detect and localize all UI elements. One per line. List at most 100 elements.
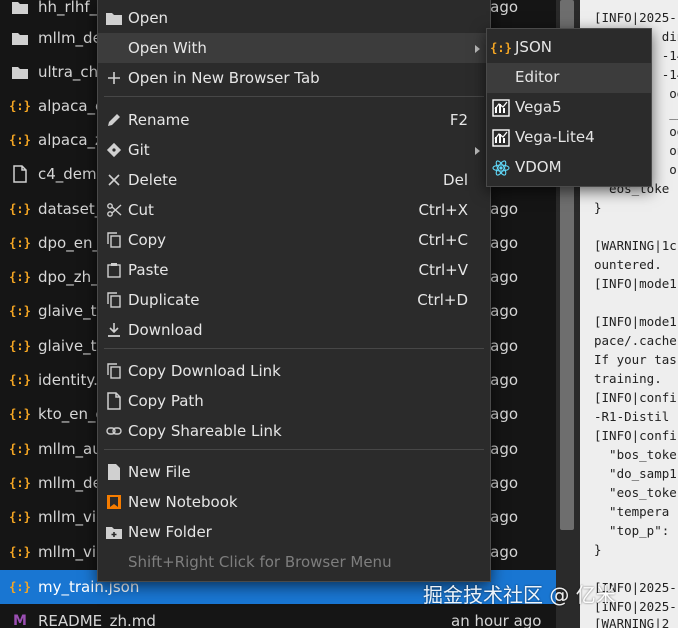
json-icon: {:} [9,133,31,147]
menu-item-copy-download-link[interactable]: Copy Download Link [98,356,490,386]
folder-icon [105,9,123,27]
menu-item-open[interactable]: Open [98,3,490,33]
menu-item-rename[interactable]: Rename F2 [98,105,490,135]
file-name: kto_en_d [38,405,106,423]
menu-item-label: Delete [128,171,178,189]
submenu-item-vega-lite4[interactable]: Vega-Lite4 [487,123,651,153]
menu-item-label: Open in New Browser Tab [128,69,320,87]
log-line: [INFO|2025- [594,10,677,25]
menu-item-label: Open [128,9,169,27]
scissors-icon [105,201,123,219]
file-name: identity. [38,371,98,389]
menu-item-shift-right-click-for-browser-menu: Shift+Right Click for Browser Menu [98,547,490,577]
log-line: [INFO|mode1 [594,314,677,329]
duplicate-icon [105,291,123,309]
markdown-icon: M [13,613,27,628]
copy-icon [105,362,123,380]
submenu-item-editor[interactable]: Editor [487,63,651,93]
submenu-item-label: Vega-Lite4 [515,128,595,146]
copy-icon [105,231,123,249]
log-line: [INFO|confi [594,428,677,443]
log-line: training. [594,371,662,386]
submenu-item-json[interactable]: {:} JSON [487,33,651,63]
json-icon: {:} [9,339,31,353]
clipboard-icon [105,261,123,279]
menu-item-label: Download [128,321,203,339]
json-icon: {:} [9,270,31,284]
menu-item-label: Shift+Right Click for Browser Menu [128,553,392,571]
plus-icon [105,69,123,87]
folder-icon [10,62,30,82]
menu-item-label: Paste [128,261,169,279]
file-name: alpaca_z [38,131,103,149]
log-line: "do_samp1 [594,466,677,481]
menu-item-duplicate[interactable]: Duplicate Ctrl+D [98,285,490,315]
menu-separator [104,449,484,450]
json-icon: {:} [9,407,31,421]
menu-item-copy-path[interactable]: Copy Path [98,386,490,416]
json-icon: {:} [9,99,31,113]
file-icon [10,164,30,184]
close-icon [105,171,123,189]
file-name: mllm_de [38,474,102,492]
json-icon: {:} [9,476,31,490]
folder-icon [10,28,30,48]
file-name: dpo_en_ [38,234,100,252]
json-icon: {:} [9,510,31,524]
file-name: mllm_au [38,440,102,458]
menu-item-paste[interactable]: Paste Ctrl+V [98,255,490,285]
menu-item-git[interactable]: Git [98,135,490,165]
file-name: glaive_to [38,337,106,355]
menu-item-label: Duplicate [128,291,200,309]
menu-item-label: Copy [128,231,167,249]
react-atom-icon [492,159,510,177]
menu-item-cut[interactable]: Cut Ctrl+X [98,195,490,225]
menu-item-new-file[interactable]: New File [98,457,490,487]
file-name: dpo_zh_ [38,268,99,286]
new-file-icon [105,463,123,481]
menu-item-label: Rename [128,111,190,129]
menu-item-label: New File [128,463,191,481]
file-modified: an hour ago [451,612,542,628]
new-folder-icon [105,523,123,541]
log-line: ountered. [594,257,662,272]
log-line: [WARNING|1c [594,238,677,253]
menu-item-copy[interactable]: Copy Ctrl+C [98,225,490,255]
menu-item-new-folder[interactable]: New Folder [98,517,490,547]
file-icon [105,392,123,410]
file-name: glaive_to [38,302,106,320]
menu-item-delete[interactable]: Delete Del [98,165,490,195]
download-icon [105,321,123,339]
submenu-item-vega5[interactable]: Vega5 [487,93,651,123]
menu-item-download[interactable]: Download [98,315,490,345]
json-icon: {:} [9,202,31,216]
vega-chart-icon [492,99,510,117]
menu-item-copy-shareable-link[interactable]: Copy Shareable Link [98,416,490,446]
menu-item-label: Cut [128,201,154,219]
json-icon: {:} [9,304,31,318]
menu-item-shortcut: Ctrl+D [417,291,468,309]
menu-item-label: Git [128,141,150,159]
menu-separator [104,348,484,349]
link-icon [105,422,123,440]
log-line: "top_p": [594,523,670,538]
menu-item-shortcut: Ctrl+V [418,261,468,279]
submenu-item-label: Vega5 [515,98,562,116]
menu-item-open-in-new-browser-tab[interactable]: Open in New Browser Tab [98,63,490,93]
log-line: } [594,200,602,215]
file-name: mllm_de [38,29,102,47]
menu-item-new-notebook[interactable]: New Notebook [98,487,490,517]
submenu-item-label: Editor [515,68,560,86]
json-icon: {:} [9,373,31,387]
submenu-item-label: VDOM [515,158,562,176]
menu-item-open-with[interactable]: Open With [98,33,490,63]
submenu-item-vdom[interactable]: VDOM [487,153,651,183]
file-name: c4_demo [38,165,106,183]
log-line: -R1-Distil [594,409,670,424]
menu-item-shortcut: Ctrl+C [418,231,468,249]
watermark: 掘金技术社区 @ 亿米 [423,583,616,607]
log-line: pace/.cache [594,333,677,348]
open-with-submenu: {:} JSON Editor Vega5 Vega-Lite4 VDOM [486,28,652,187]
menu-item-label: Copy Shareable Link [128,422,282,440]
file-name: mllm_vid [38,508,106,526]
